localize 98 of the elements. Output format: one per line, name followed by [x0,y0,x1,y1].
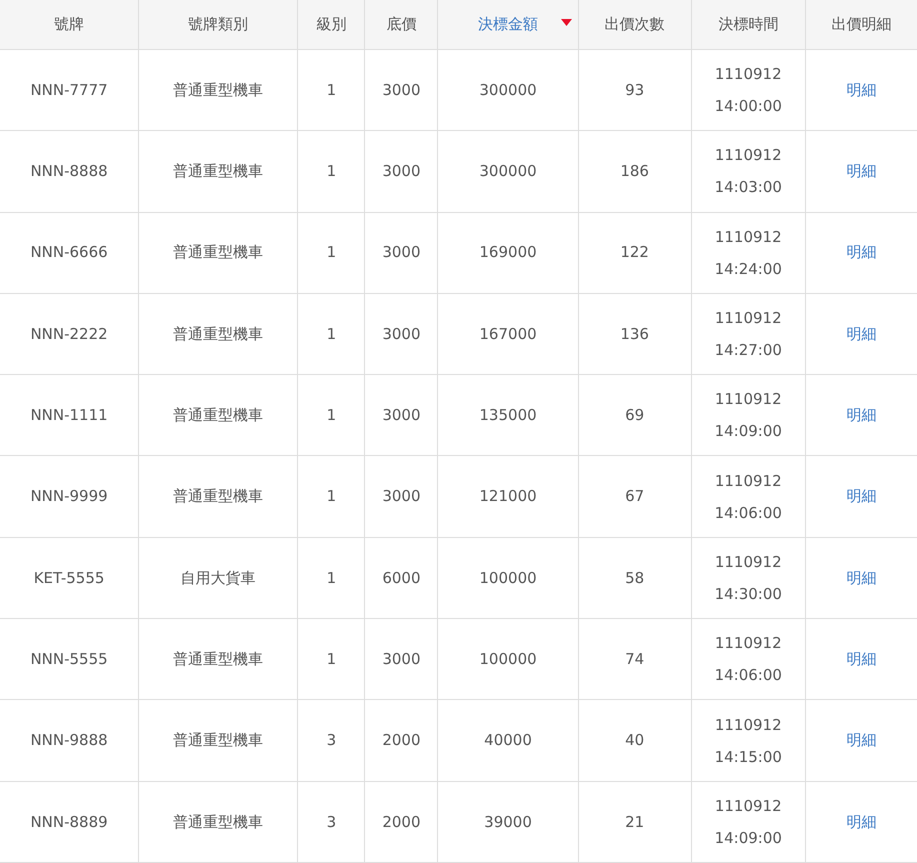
award-date: 1110912 [714,552,782,573]
table-cell: 普通重型機車 [138,293,298,375]
table-cell: 3 [298,700,365,782]
award-date: 1110912 [714,145,782,166]
table-cell: 1 [298,374,365,456]
award-date: 1110912 [714,714,782,736]
detail-link[interactable]: 明細 [846,568,876,587]
table-cell: 普通重型機車 [138,700,298,782]
table-cell: 1 [298,130,365,212]
table-cell: 普通重型機車 [138,456,298,538]
table-cell: 40000 [438,700,578,782]
table-cell: 1 [298,618,365,700]
table-cell: 3000 [364,130,438,212]
table-cell: 普通重型機車 [138,781,298,862]
table-cell: 6000 [364,537,438,619]
detail-link[interactable]: 明細 [846,487,876,506]
table-cell: 普通重型機車 [138,130,298,212]
table-cell: 167000 [438,293,578,375]
award-time: 14:06:00 [714,502,782,524]
table-cell: NNN-5555 [0,618,139,700]
table-cell: NNN-9888 [0,700,139,782]
table-cell: KET-5555 [0,537,139,619]
table-cell: 3000 [364,456,438,538]
table-cell: 3 [298,781,365,862]
table-cell: 169000 [438,212,578,294]
table-cell: 136 [578,293,692,375]
award-time: 14:03:00 [714,177,782,198]
award-time: 14:00:00 [714,96,782,118]
award-date: 1110912 [714,64,782,86]
award-date: 1110912 [714,389,782,410]
detail-link[interactable]: 明細 [846,650,876,668]
table-cell: NNN-8889 [0,781,139,862]
table-cell: 122 [578,212,692,294]
table-cell: 135000 [438,374,578,456]
table-cell: 21 [578,781,692,862]
column-header[interactable]: 決標時間 [691,0,806,50]
table-cell: 普通重型機車 [138,374,298,456]
table-cell: 69 [578,374,692,456]
table-cell: 300000 [438,130,578,212]
award-date: 1110912 [714,796,782,817]
detail-link[interactable]: 明細 [846,80,876,99]
table-cell: NNN-6666 [0,212,139,294]
table-cell: 2000 [364,781,438,862]
table-cell: 300000 [438,50,578,131]
detail-link[interactable]: 明細 [846,812,876,831]
table-cell: 1 [298,50,365,131]
award-date: 1110912 [714,470,782,492]
award-time: 14:30:00 [714,584,782,605]
column-header[interactable]: 號牌類別 [138,0,298,50]
table-cell: NNN-1111 [0,374,139,456]
award-time: 14:09:00 [714,421,782,442]
award-time: 14:24:00 [714,258,782,280]
detail-link[interactable]: 明細 [846,406,876,424]
award-date: 1110912 [714,308,782,330]
table-cell: 74 [578,618,692,700]
table-cell: 3000 [364,293,438,375]
table-cell: 100000 [438,537,578,619]
table-cell: NNN-9999 [0,456,139,538]
table-cell: 1 [298,293,365,375]
column-header[interactable]: 級別 [298,0,365,50]
award-date: 1110912 [714,226,782,248]
column-header[interactable]: 號牌 [0,0,139,50]
detail-link[interactable]: 明細 [846,243,876,262]
column-header[interactable]: 決標金額 [438,0,578,50]
detail-link[interactable]: 明細 [846,731,876,750]
detail-link[interactable]: 明細 [846,324,876,343]
table-cell: NNN-8888 [0,130,139,212]
table-cell: 3000 [364,50,438,131]
table-cell: 自用大貨車 [138,537,298,619]
award-time: 14:09:00 [714,828,782,849]
table-cell: NNN-7777 [0,50,139,131]
table-cell: 普通重型機車 [138,50,298,131]
award-time: 14:15:00 [714,746,782,768]
table-cell: 1 [298,456,365,538]
table-cell: 58 [578,537,692,619]
table-cell: 2000 [364,700,438,782]
table-cell: 3000 [364,618,438,700]
column-header[interactable]: 出價次數 [578,0,692,50]
table-cell: 普通重型機車 [138,212,298,294]
table-cell: 3000 [364,212,438,294]
table-cell: 普通重型機車 [138,618,298,700]
detail-link[interactable]: 明細 [846,162,876,180]
award-time: 14:06:00 [714,665,782,686]
table-cell: 1 [298,537,365,619]
table-cell: 100000 [438,618,578,700]
table-cell: 93 [578,50,692,131]
table-cell: NNN-2222 [0,293,139,375]
table-cell: 39000 [438,781,578,862]
table-cell: 67 [578,456,692,538]
table-cell: 121000 [438,456,578,538]
table-cell: 40 [578,700,692,782]
sort-descending-icon [560,19,572,26]
award-date: 1110912 [714,633,782,654]
table-cell: 186 [578,130,692,212]
table-cell: 1 [298,212,365,294]
column-header[interactable]: 底價 [364,0,438,50]
table-cell: 3000 [364,374,438,456]
award-time: 14:27:00 [714,340,782,362]
